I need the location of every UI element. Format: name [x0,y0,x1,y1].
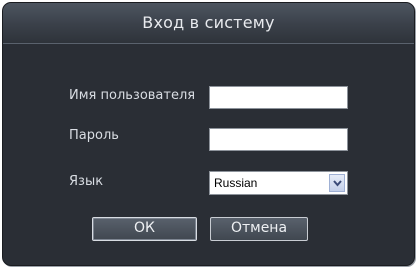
cancel-button[interactable]: Отмена [210,217,308,241]
password-input[interactable] [209,128,348,151]
dialog-title: Вход в систему [142,13,275,32]
chevron-down-icon[interactable] [329,174,345,192]
username-input[interactable] [209,86,348,109]
login-dialog: Вход в систему Имя пользователя Пароль Я… [2,2,415,266]
language-selected-value: Russian [214,176,258,190]
password-label: Пароль [69,128,119,143]
dialog-title-bar: Вход в систему [3,3,414,44]
username-label: Имя пользователя [69,88,196,103]
language-label: Язык [69,174,104,189]
ok-button[interactable]: ОК [92,217,197,241]
language-select[interactable]: Russian [209,171,348,195]
